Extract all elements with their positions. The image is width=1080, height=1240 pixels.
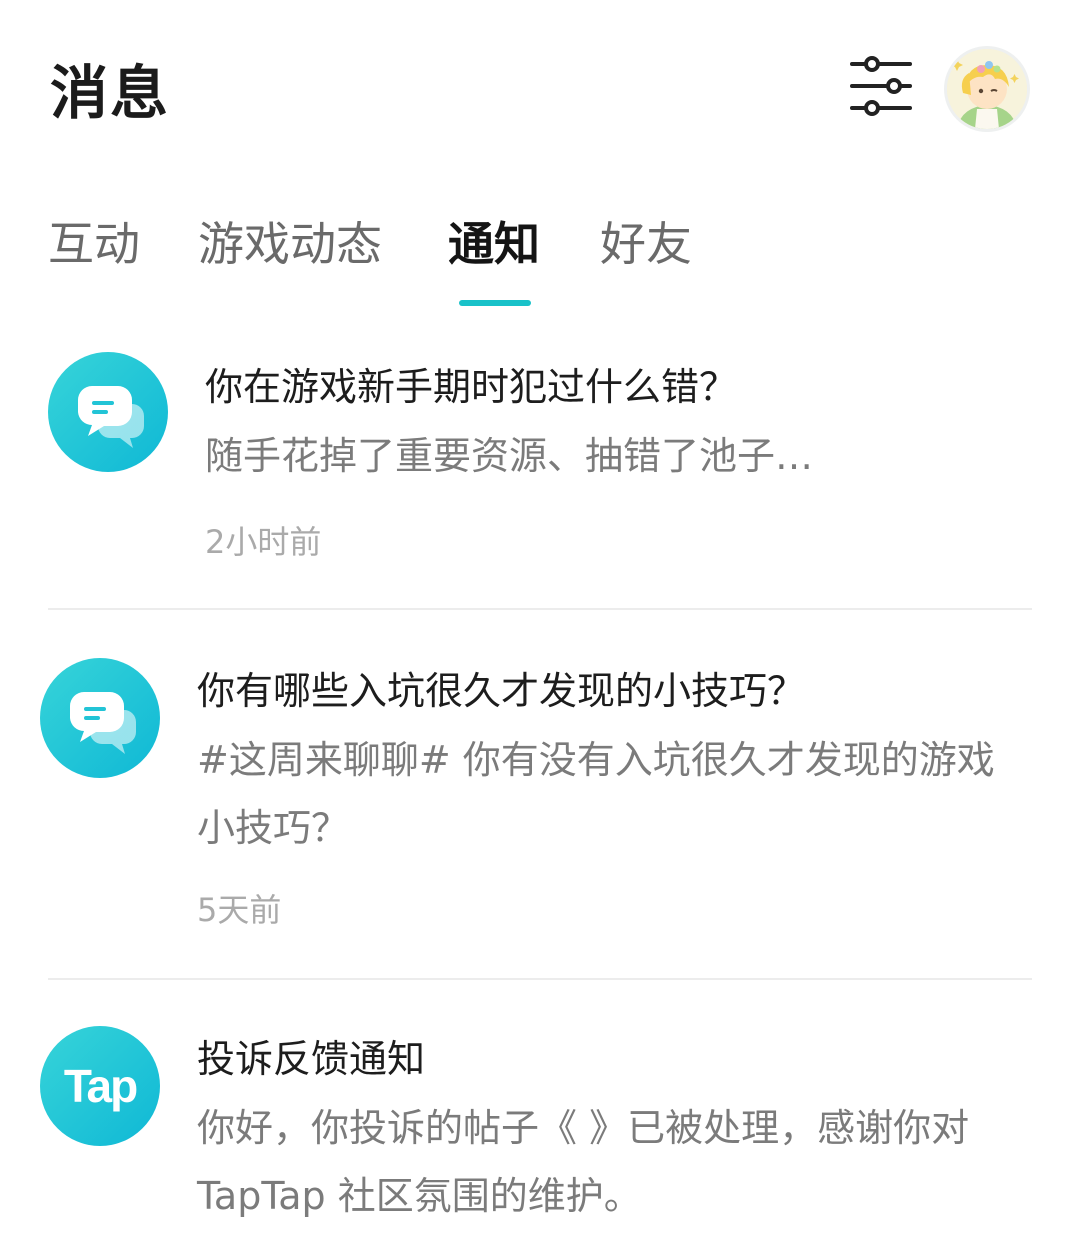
notification-time: 5天前 bbox=[197, 891, 282, 929]
chat-bubble-icon bbox=[70, 692, 136, 754]
avatar-illustration-icon bbox=[947, 49, 1027, 129]
tab-notifications[interactable]: 通知 bbox=[448, 213, 540, 275]
notification-avatar bbox=[40, 658, 160, 778]
notification-title: 你在游戏新手期时犯过什么错？ bbox=[205, 365, 738, 409]
tab-interaction[interactable]: 互动 bbox=[48, 213, 140, 275]
sliders-icon bbox=[850, 56, 912, 116]
active-tab-indicator bbox=[459, 300, 531, 306]
tab-friends[interactable]: 好友 bbox=[600, 213, 692, 275]
notification-body: #这周来聊聊# 你有没有入坑很久才发现的游戏小技巧？ bbox=[197, 738, 995, 850]
notification-avatar bbox=[48, 352, 168, 472]
page-title: 消息 bbox=[50, 59, 171, 127]
notification-body: 你好，你投诉的帖子《 》已被处理，感谢你对 TapTap 社区氛围的维护。 bbox=[197, 1106, 970, 1218]
message-tabs: 互动 游戏动态 通知 好友 bbox=[0, 205, 1080, 315]
filter-settings-button[interactable] bbox=[846, 52, 918, 122]
list-item[interactable]: 你有哪些入坑很久才发现的小技巧？ #这周来聊聊# 你有没有入坑很久才发现的游戏小… bbox=[0, 610, 1080, 980]
notification-avatar: Tap bbox=[40, 1026, 160, 1146]
list-item[interactable]: 你在游戏新手期时犯过什么错？ 随手花掉了重要资源、抽错了池子… 2小时前 bbox=[0, 320, 1080, 610]
notification-time: 2小时前 bbox=[205, 523, 322, 561]
chat-bubble-icon bbox=[78, 386, 144, 448]
tab-game-updates[interactable]: 游戏动态 bbox=[198, 213, 382, 275]
header-bar: 消息 bbox=[0, 0, 1080, 185]
tap-logo-icon: Tap bbox=[63, 1060, 138, 1112]
list-item[interactable]: Tap 投诉反馈通知 你好，你投诉的帖子《 》已被处理，感谢你对 TapTap … bbox=[0, 980, 1080, 1240]
notification-title: 你有哪些入坑很久才发现的小技巧？ bbox=[197, 669, 806, 713]
notification-body: 随手花掉了重要资源、抽错了池子… bbox=[205, 434, 814, 478]
user-avatar[interactable] bbox=[944, 46, 1030, 132]
notification-title: 投诉反馈通知 bbox=[197, 1037, 426, 1081]
